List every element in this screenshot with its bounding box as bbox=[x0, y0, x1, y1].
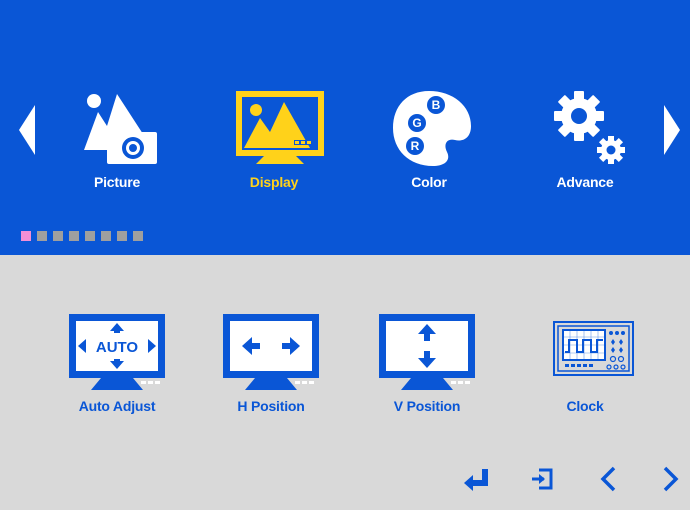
clock-label: Clock bbox=[566, 398, 604, 414]
page-dot bbox=[21, 231, 31, 241]
exit-icon[interactable] bbox=[525, 462, 559, 496]
auto-adjust-item[interactable]: AUTO Auto Adjust bbox=[52, 312, 182, 414]
palette-letter-r: R bbox=[411, 139, 420, 153]
next-icon[interactable] bbox=[653, 462, 687, 496]
v-position-icon bbox=[379, 314, 475, 390]
page-dot bbox=[101, 231, 111, 241]
v-position-item[interactable]: V Position bbox=[362, 312, 492, 414]
h-position-label: H Position bbox=[237, 398, 305, 414]
tab-bar: Picture Display B G R Color Advance bbox=[0, 0, 690, 255]
tab-advance-label: Advance bbox=[556, 174, 614, 190]
tab-color-label: Color bbox=[411, 174, 447, 190]
page-dot bbox=[133, 231, 143, 241]
picture-icon bbox=[84, 94, 157, 164]
auto-label: AUTO bbox=[96, 339, 139, 356]
tab-display-label: Display bbox=[249, 174, 299, 190]
tab-picture-label: Picture bbox=[93, 174, 141, 190]
tab-advance[interactable]: Advance bbox=[530, 88, 640, 198]
h-position-item[interactable]: H Position bbox=[206, 312, 336, 414]
page-dot bbox=[117, 231, 127, 241]
tab-picture[interactable]: Picture bbox=[62, 88, 172, 198]
palette-letter-g: G bbox=[412, 116, 421, 130]
tab-color[interactable]: B G R Color bbox=[374, 88, 484, 198]
previous-icon[interactable] bbox=[593, 462, 627, 496]
page-dot bbox=[37, 231, 47, 241]
right-arrow-icon[interactable] bbox=[664, 105, 680, 155]
left-arrow-icon[interactable] bbox=[19, 105, 35, 155]
display-icon bbox=[236, 91, 324, 164]
clock-icon bbox=[553, 321, 634, 376]
enter-icon[interactable] bbox=[460, 462, 494, 496]
page-dot bbox=[69, 231, 79, 241]
clock-item[interactable]: Clock bbox=[520, 312, 650, 414]
auto-adjust-label: Auto Adjust bbox=[78, 398, 156, 414]
v-position-label: V Position bbox=[393, 398, 461, 414]
color-palette-icon: B G R bbox=[393, 91, 471, 166]
h-position-icon bbox=[223, 314, 319, 390]
page-dot bbox=[85, 231, 95, 241]
page-indicator bbox=[21, 231, 149, 242]
tab-display[interactable]: Display bbox=[219, 88, 329, 198]
palette-letter-b: B bbox=[432, 98, 441, 112]
gears-icon bbox=[554, 91, 625, 164]
auto-adjust-icon: AUTO bbox=[69, 314, 165, 390]
page-dot bbox=[53, 231, 63, 241]
